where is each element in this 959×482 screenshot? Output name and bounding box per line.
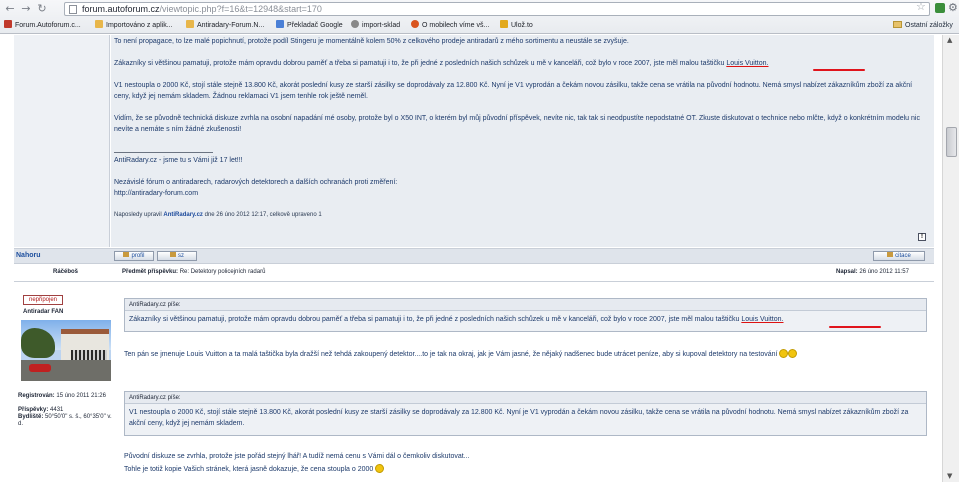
bookmarks-bar: Forum.Autoforum.c... Importováno z aplik… [0, 18, 959, 34]
quote-block: AntiRadary.cz píše: Zákazníky si většino… [124, 298, 927, 332]
post-previous: To není propagace, to lze malé popichnut… [14, 35, 934, 247]
post-author-column: nepřipojen Antiradar FAN Registrován: 15… [14, 283, 112, 482]
post-date: Napsal: 26 úno 2012 11:57 [836, 269, 909, 275]
scrollbar-thumb[interactable] [946, 127, 957, 157]
signature-link[interactable]: http://antiradary-forum.com [114, 188, 924, 199]
scroll-up-arrow-icon[interactable]: ▲ [947, 36, 952, 44]
page-scrollbar[interactable]: ▲ ▼ [942, 35, 959, 482]
post-paragraph: Vidím, že se původně technická diskuze z… [114, 115, 920, 133]
status-badge: nepřipojen [23, 295, 63, 305]
quote-text: V1 nestoupla o 2000 Kč, stojí stále stej… [129, 409, 909, 427]
folder-icon [893, 21, 902, 28]
report-icon[interactable]: ! [918, 233, 926, 241]
quote-button[interactable]: citace [873, 251, 925, 261]
favicon-icon [4, 20, 12, 28]
reply-text: Původní diskuze se zvrhla, protože jste … [124, 453, 470, 460]
folder-icon [95, 20, 103, 28]
post-body: To není propagace, to lze malé popichnut… [111, 35, 934, 247]
red-underline-annotation [813, 69, 865, 71]
user-location: Bydliště: 50°50'0" s. š., 60°35'0" v. d. [18, 414, 112, 427]
avatar [21, 320, 111, 381]
post-action-bar: Nahoru profil sz citace [14, 248, 934, 264]
post-header: Ráčéboš Předmět příspěvku: Re: Detektory… [14, 265, 934, 282]
bookmark-item[interactable]: Překladač Google [276, 20, 343, 32]
quote-text: Zákazníky si většinou pamatuji, protože … [129, 316, 784, 323]
smiley-icon [788, 349, 798, 358]
post-paragraph: To není propagace, to lze malé popichnut… [114, 38, 629, 45]
edit-notice: Naposledy upravil AntiRadary.cz dne 26 ú… [114, 212, 322, 218]
bookmark-item[interactable]: O mobilech víme vš... [411, 20, 489, 32]
user-rank: Antiradar FAN [23, 309, 64, 315]
reload-button[interactable]: ↻ [36, 3, 48, 15]
quote-header: AntiRadary.cz píše: [125, 392, 926, 404]
avatar-car [29, 364, 51, 372]
post-body: AntiRadary.cz píše: Zákazníky si většino… [111, 283, 934, 482]
back-button[interactable]: ← [4, 3, 16, 15]
bookmark-item[interactable]: Ulož.to [500, 20, 533, 32]
profile-button[interactable]: profil [114, 251, 154, 261]
url-text: forum.autoforum.cz/viewtopic.php?f=16&t=… [82, 4, 322, 14]
signature-divider [114, 152, 213, 153]
browser-chrome: ← → ↻ forum.autoforum.cz/viewtopic.php?f… [0, 0, 959, 34]
other-bookmarks-folder[interactable]: Ostatní záložky [893, 20, 953, 32]
bookmark-item[interactable]: Importováno z aplik... [95, 20, 173, 32]
bookmark-item[interactable]: Forum.Autoforum.c... [4, 20, 81, 32]
forward-button[interactable]: → [20, 3, 32, 15]
forum-page: To není propagace, to lze malé popichnut… [0, 35, 941, 482]
reply-text: Tohle je totiž kopie Vašich stránek, kte… [124, 464, 924, 475]
user-post-count: Příspěvky: 4431 [18, 407, 64, 413]
post-author-column [14, 35, 110, 247]
globe-icon [351, 20, 359, 28]
reply-text: Ten pán se jmenuje Louis Vuitton a ta ma… [124, 349, 924, 360]
smiley-icon [375, 464, 385, 473]
signature-text: Nezávislé fórum o antiradarech, radarový… [114, 179, 398, 186]
private-message-button[interactable]: sz [157, 251, 197, 261]
bookmark-item[interactable]: import-sklad [351, 20, 400, 32]
quote-icon [887, 252, 894, 257]
avatar-gate [71, 350, 107, 360]
signature-text: AntiRadary.cz - jsme tu s Vámi již 17 le… [114, 157, 243, 164]
favicon-icon [500, 20, 508, 28]
bookmark-item[interactable]: Antiradary-Forum.N... [186, 20, 264, 32]
back-to-top-link[interactable]: Nahoru [16, 252, 41, 259]
profile-icon [123, 252, 130, 257]
scroll-down-arrow-icon[interactable]: ▼ [947, 472, 952, 480]
post-author-name[interactable]: Ráčéboš [53, 269, 78, 275]
extension-icon[interactable] [935, 3, 945, 13]
post-paragraph: V1 nestoupla o 2000 Kč, stojí stále stej… [114, 82, 913, 100]
laughing-smiley-icon [779, 349, 789, 358]
quote-block: AntiRadary.cz píše: V1 nestoupla o 2000 … [124, 391, 927, 436]
user-registered: Registrován: 15 úno 2011 21:26 [18, 393, 106, 399]
browser-toolbar: ← → ↻ forum.autoforum.cz/viewtopic.php?f… [0, 0, 959, 18]
page-icon [69, 5, 77, 14]
post-paragraph: Zákazníky si většinou pamatuji, protože … [114, 60, 769, 67]
wrench-menu-icon[interactable]: ⚙ [948, 1, 958, 14]
folder-icon [186, 20, 194, 28]
translate-icon [276, 20, 284, 28]
post-subject: Předmět příspěvku: Re: Detektory policej… [122, 269, 266, 275]
favicon-icon [411, 20, 419, 28]
louis-vuitton-text: Louis Vuitton. [726, 60, 769, 67]
louis-vuitton-text: Louis Vuitton. [741, 316, 784, 323]
address-bar[interactable]: forum.autoforum.cz/viewtopic.php?f=16&t=… [64, 2, 930, 16]
envelope-icon [170, 252, 176, 257]
red-underline-annotation [829, 326, 881, 328]
quote-header: AntiRadary.cz píše: [125, 299, 926, 311]
bookmark-star-icon[interactable]: ☆ [916, 0, 926, 13]
